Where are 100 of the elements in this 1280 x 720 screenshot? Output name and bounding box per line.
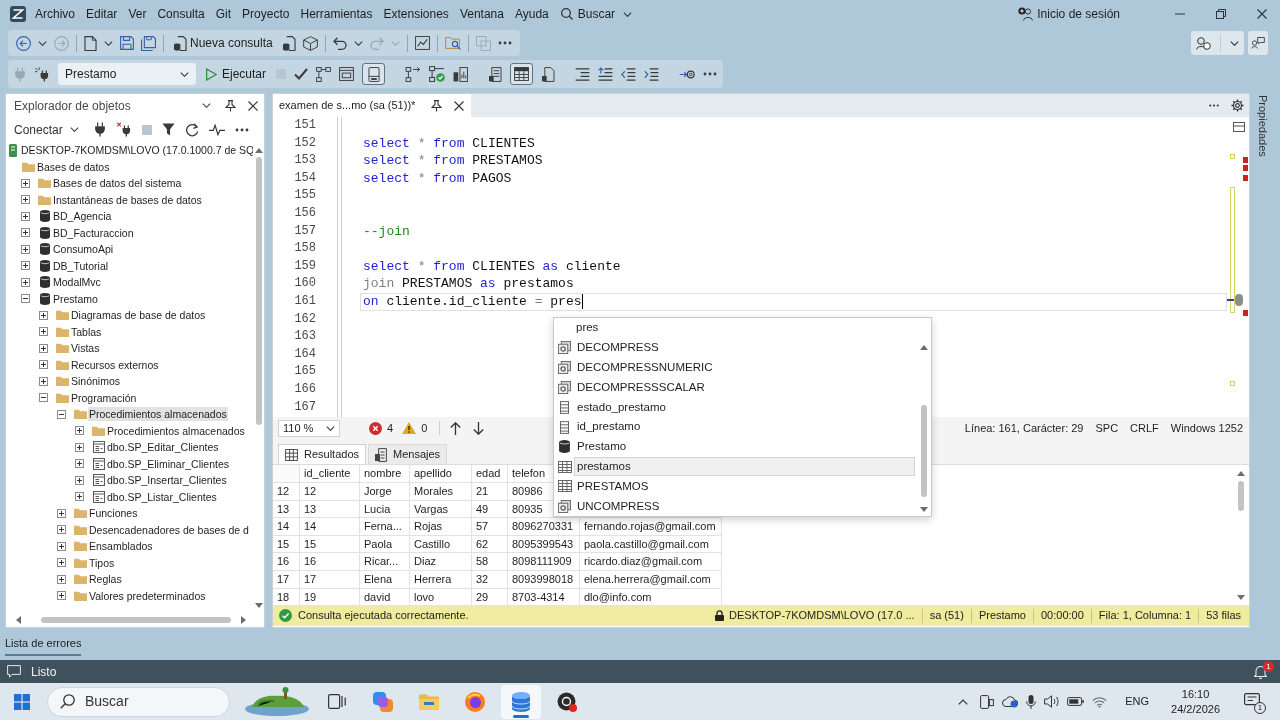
expand-icon[interactable] — [57, 574, 66, 584]
pin-icon[interactable] — [225, 99, 236, 112]
plug-sparkle-icon[interactable] — [34, 66, 50, 82]
zoom-dropdown[interactable]: 110 % — [278, 419, 340, 437]
tree-item[interactable]: DB_Tutorial — [52, 258, 110, 273]
microphone-icon[interactable] — [1026, 694, 1037, 709]
pin-icon[interactable] — [431, 99, 442, 112]
indent-icon[interactable] — [644, 67, 660, 81]
menu-item[interactable]: Archivo — [30, 4, 80, 24]
arrow-down-icon[interactable] — [473, 421, 485, 435]
chevron-down-icon[interactable] — [104, 40, 113, 46]
expand-icon[interactable] — [21, 178, 30, 188]
scroll-thumb[interactable] — [1235, 294, 1243, 306]
tree-item[interactable]: Desencadenadores de bases de d — [88, 522, 250, 537]
plug-icon[interactable] — [93, 122, 106, 137]
tree-item[interactable]: Instantáneas de bases de datos — [52, 192, 203, 207]
results-tab[interactable]: Mensajes — [368, 444, 448, 464]
flowchart-icon[interactable] — [316, 66, 332, 82]
device-icon[interactable] — [980, 694, 995, 709]
menu-item[interactable]: Editar — [81, 4, 123, 24]
results-tab[interactable]: Resultados — [278, 444, 367, 464]
feedback-button[interactable] — [1248, 31, 1268, 55]
close-icon[interactable] — [248, 100, 258, 111]
scroll-up-icon[interactable] — [920, 345, 928, 350]
completion-item[interactable]: prestamos — [574, 457, 915, 477]
execute-button[interactable]: Ejecutar — [204, 63, 269, 85]
tree-item[interactable]: ModalMvc — [52, 275, 102, 290]
expand-icon[interactable] — [39, 376, 48, 386]
connect-button[interactable]: Conectar — [14, 120, 79, 139]
expand-icon[interactable] — [21, 211, 30, 221]
tree-item[interactable]: dbo.SP_Editar_Clientes — [106, 440, 220, 455]
filter-icon[interactable] — [161, 123, 175, 136]
tree-item[interactable]: Reglas — [88, 572, 123, 587]
expand-icon[interactable] — [75, 442, 84, 452]
tree-item[interactable]: Recursos externos — [70, 357, 160, 372]
completion-item[interactable]: DECOMPRESS — [574, 338, 915, 358]
chevron-up-icon[interactable] — [958, 698, 969, 705]
tree-item[interactable]: Funciones — [88, 506, 139, 521]
restore-icon[interactable] — [1216, 9, 1226, 19]
settings-icon[interactable] — [1231, 99, 1244, 112]
save-all-icon[interactable] — [141, 35, 156, 51]
completion-item[interactable]: UNCOMPRESS — [574, 496, 915, 516]
error-list-tab[interactable]: Lista de errores — [5, 635, 82, 656]
close-icon[interactable] — [1257, 9, 1267, 19]
arrow-up-icon[interactable] — [450, 421, 462, 435]
flowchart-arrow-icon[interactable] — [405, 66, 422, 82]
expand-icon[interactable] — [75, 475, 84, 485]
file-export-icon[interactable] — [541, 66, 556, 82]
tree-item[interactable]: DESKTOP-7KOMDSM\LOVO (17.0.1000.7 de SQ — [20, 143, 253, 158]
battery-icon[interactable] — [1067, 697, 1085, 706]
expand-icon[interactable] — [21, 261, 30, 271]
scrollbar-thumb[interactable] — [921, 405, 927, 497]
tree-item[interactable]: Vistas — [70, 341, 101, 356]
expand-icon[interactable] — [21, 228, 30, 238]
warning-count-button[interactable]: 0 — [402, 419, 428, 437]
completion-item[interactable]: DECOMPRESSSCALAR — [574, 377, 915, 397]
speaker-icon[interactable] — [1044, 695, 1060, 708]
more-icon[interactable] — [497, 41, 512, 45]
refresh-icon[interactable] — [184, 122, 199, 137]
back-icon[interactable] — [16, 35, 31, 51]
flowchart-check-icon[interactable] — [429, 66, 446, 82]
expand-icon[interactable] — [75, 492, 84, 502]
close-icon[interactable] — [454, 100, 464, 111]
collapse-icon[interactable] — [57, 409, 66, 419]
chevron-down-icon[interactable] — [38, 40, 47, 46]
toggle-button[interactable] — [362, 63, 386, 85]
pulse-icon[interactable] — [208, 123, 225, 136]
plug-cross-icon[interactable] — [115, 122, 132, 137]
expand-icon[interactable] — [57, 508, 66, 518]
search-menu[interactable]: Buscar — [554, 4, 639, 24]
menu-item[interactable]: Ver — [123, 4, 152, 24]
split-view-icon[interactable] — [1233, 122, 1245, 132]
bar-chart-icon[interactable] — [453, 66, 469, 82]
tree-item[interactable]: Valores predeterminados — [88, 588, 207, 603]
new-file-icon[interactable] — [84, 35, 97, 51]
tree-item[interactable]: dbo.SP_Insertar_Clientes — [106, 473, 228, 488]
tree-item[interactable]: Bases de datos del sistema — [52, 176, 183, 191]
folder-search-icon[interactable] — [444, 36, 461, 50]
chevron-down-icon[interactable] — [202, 103, 211, 108]
tree-item[interactable]: dbo.SP_Eliminar_Clientes — [106, 456, 230, 471]
tree-item[interactable]: ConsumoApi — [52, 242, 115, 257]
clock[interactable]: 16:10 24/2/2026 — [1171, 686, 1220, 717]
tree-item[interactable]: Ensamblados — [88, 539, 154, 554]
completion-item[interactable]: Prestamo — [574, 437, 915, 457]
more-icon[interactable] — [703, 72, 718, 76]
scroll-up-icon[interactable] — [1237, 471, 1245, 476]
tree-item[interactable]: Diagramas de base de datos — [70, 308, 207, 323]
cloud-icon[interactable] — [1002, 695, 1019, 708]
chevron-down-icon[interactable] — [353, 40, 363, 46]
menu-item[interactable]: Extensiones — [378, 4, 454, 24]
tree-item[interactable]: Programación — [70, 390, 138, 405]
menu-item[interactable]: Git — [210, 4, 237, 24]
scroll-up-icon[interactable] — [254, 148, 263, 153]
start-icon[interactable] — [14, 693, 30, 710]
undo-icon[interactable] — [332, 36, 347, 50]
menu-item[interactable]: Ayuda — [509, 4, 554, 24]
text-document-icon[interactable] — [488, 66, 503, 82]
uncomment-lines-icon[interactable] — [598, 67, 614, 81]
chart-window-icon[interactable] — [414, 36, 430, 50]
document-tab[interactable]: examen de s...mo (sa (51))* — [273, 94, 471, 117]
